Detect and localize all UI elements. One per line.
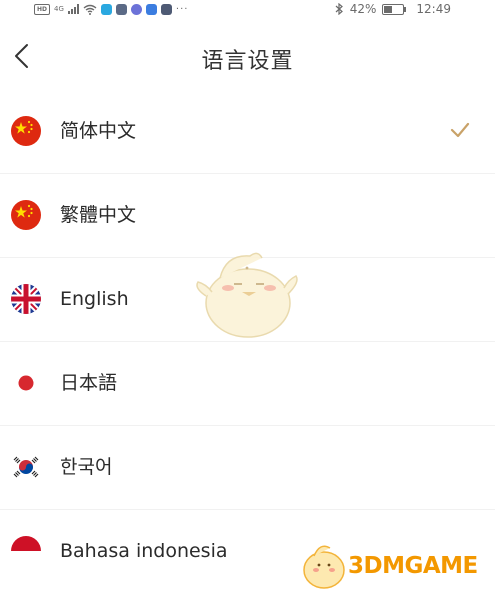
battery-icon xyxy=(382,3,407,15)
clock: 12:49 xyxy=(416,2,451,16)
cloud-notification-icon xyxy=(145,3,157,15)
korea-flag-icon xyxy=(11,452,41,482)
language-label: English xyxy=(60,288,129,310)
uk-flag-icon xyxy=(11,284,41,314)
more-notifications-icon: ··· xyxy=(175,3,189,15)
app-notification-icon xyxy=(100,3,112,15)
language-option-korean[interactable]: 한국어 xyxy=(0,426,495,510)
mascot-sticker xyxy=(190,248,305,344)
language-label: 繁體中文 xyxy=(60,204,137,226)
status-bar-left: HD 4G ··· xyxy=(34,0,188,18)
wifi-icon xyxy=(83,4,97,15)
watermark-text: 3DMGAME xyxy=(348,553,478,579)
battery-fill xyxy=(384,5,393,13)
bluetooth-icon xyxy=(335,3,343,15)
checkmark-icon xyxy=(449,120,471,140)
signal-icon xyxy=(67,4,79,14)
language-option-japanese[interactable]: 日本語 xyxy=(0,342,495,426)
watermark: 3DMGAME xyxy=(296,540,492,592)
language-option-traditional-chinese[interactable]: 繁體中文 xyxy=(0,174,495,258)
language-label: 简体中文 xyxy=(60,120,137,142)
battery-percent: 42% xyxy=(349,2,377,16)
china-flag-icon xyxy=(11,200,41,230)
header: 语言设置 xyxy=(0,24,495,94)
game-notification-icon xyxy=(160,3,172,15)
music-notification-icon xyxy=(130,3,142,15)
language-label: 日本語 xyxy=(60,372,118,394)
hd-icon: HD xyxy=(34,3,50,15)
status-bar: HD 4G ··· 42% 12:49 xyxy=(0,0,495,18)
watermark-logo-icon xyxy=(303,545,345,589)
language-option-simplified-chinese[interactable]: 简体中文 xyxy=(0,90,495,174)
status-bar-right: 42% 12:49 xyxy=(335,0,451,18)
language-label: 한국어 xyxy=(60,456,113,478)
indonesia-flag-icon xyxy=(11,536,41,566)
message-notification-icon xyxy=(115,3,127,15)
china-flag-icon xyxy=(11,116,41,146)
japan-flag-icon xyxy=(11,368,41,398)
language-label: Bahasa indonesia xyxy=(60,540,228,562)
network-type: 4G xyxy=(54,5,64,13)
page-title: 语言设置 xyxy=(201,49,294,74)
